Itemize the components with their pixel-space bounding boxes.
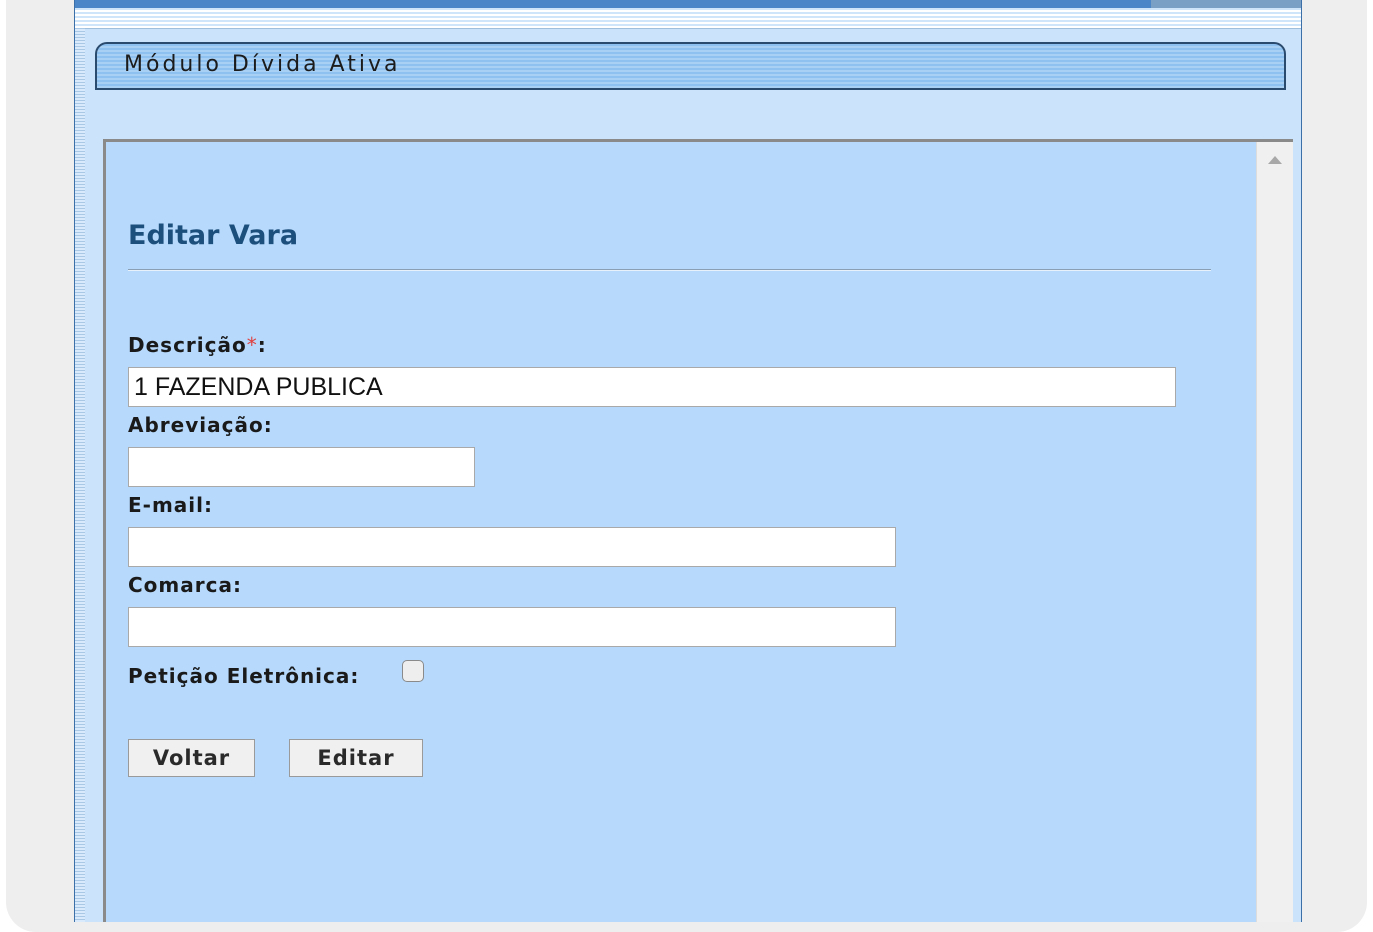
email-label: E-mail:: [128, 493, 214, 517]
comarca-input[interactable]: [128, 607, 896, 647]
app-window: Módulo Dívida Ativa Editar Vara Descriçã…: [74, 0, 1302, 922]
voltar-button[interactable]: Voltar: [128, 739, 255, 777]
descricao-label-text: Descrição: [128, 333, 247, 357]
left-stripe: [75, 28, 85, 922]
screen-frame: Módulo Dívida Ativa Editar Vara Descriçã…: [6, 0, 1367, 932]
content-panel: Editar Vara Descrição*: Abreviação: E-ma…: [103, 139, 1293, 922]
comarca-label: Comarca:: [128, 573, 242, 597]
module-header: Módulo Dívida Ativa: [95, 42, 1286, 90]
email-input[interactable]: [128, 527, 896, 567]
editar-button[interactable]: Editar: [289, 739, 423, 777]
top-stripes: [75, 8, 1301, 29]
descricao-input[interactable]: [128, 367, 1176, 407]
module-title: Módulo Dívida Ativa: [124, 52, 401, 77]
top-bar: [75, 0, 1301, 8]
peticao-eletronica-checkbox[interactable]: [402, 660, 424, 682]
page-title: Editar Vara: [128, 220, 299, 251]
scroll-up-arrow-icon[interactable]: [1268, 156, 1282, 164]
abreviacao-label: Abreviação:: [128, 413, 273, 437]
vertical-scrollbar[interactable]: [1256, 142, 1293, 922]
required-asterisk: *: [246, 333, 258, 357]
descricao-label-suffix: :: [257, 333, 267, 357]
descricao-label: Descrição*:: [128, 333, 267, 357]
peticao-eletronica-label: Petição Eletrônica:: [128, 664, 360, 688]
abreviacao-input[interactable]: [128, 447, 475, 487]
title-divider: [128, 269, 1211, 271]
